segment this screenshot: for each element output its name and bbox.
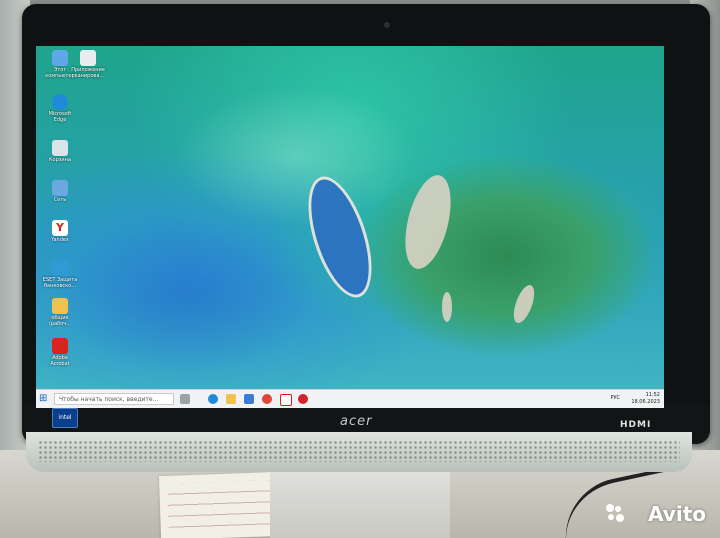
chrome-icon[interactable] bbox=[262, 394, 272, 404]
taskbar: ⊞ Чтобы начать поиск, введите... РУС 11:… bbox=[36, 389, 664, 408]
acrobat-icon bbox=[52, 338, 68, 354]
desktop-icon-eset[interactable]: ESET Защита банковско... bbox=[42, 260, 78, 289]
edge-icon bbox=[52, 94, 68, 110]
handwritten-paper bbox=[158, 471, 282, 538]
acer-logo: acer bbox=[340, 414, 373, 429]
webcam-icon bbox=[384, 22, 390, 28]
speaker-grille bbox=[26, 432, 692, 472]
opera-icon[interactable] bbox=[298, 394, 308, 404]
desktop-icon-network[interactable]: Сеть bbox=[42, 180, 78, 203]
wallpaper-island bbox=[442, 292, 452, 322]
intel-sticker-text: intel bbox=[58, 414, 72, 421]
desktop-icon-recycle-bin[interactable]: Корзина bbox=[42, 140, 78, 163]
desktop-icon-shared-folder[interactable]: общие (рабоч... bbox=[42, 298, 78, 327]
task-view-icon[interactable] bbox=[180, 394, 190, 404]
avito-watermark: Avito bbox=[648, 502, 706, 526]
file-explorer-icon[interactable] bbox=[226, 394, 236, 404]
taskbar-search-input[interactable]: Чтобы начать поиск, введите... bbox=[54, 393, 174, 405]
computer-icon bbox=[52, 50, 68, 66]
language-indicator[interactable]: РУС bbox=[610, 395, 620, 401]
wallpaper-land bbox=[356, 156, 656, 356]
eset-icon bbox=[52, 260, 68, 276]
scanner-icon bbox=[80, 50, 96, 66]
yandex-icon[interactable] bbox=[280, 394, 292, 406]
photo-scene: intel acer HDMI Этот компьютер Приложени… bbox=[0, 0, 720, 538]
desktop-icon-acrobat[interactable]: Adobe Acrobat bbox=[42, 338, 78, 367]
clock-time: 11:52 bbox=[645, 392, 660, 398]
desktop-icon-edge[interactable]: Microsoft Edge bbox=[42, 94, 78, 123]
clock-date: 18.06.2023 bbox=[631, 399, 660, 405]
avito-logo-icon bbox=[606, 504, 624, 522]
recycle-bin-icon bbox=[52, 140, 68, 156]
network-icon bbox=[52, 180, 68, 196]
folder-icon bbox=[52, 298, 68, 314]
yandex-icon: Y bbox=[52, 220, 68, 236]
desktop-icon-scanner-app[interactable]: Приложение сканирова... bbox=[70, 50, 106, 79]
hdmi-logo: HDMI bbox=[620, 420, 652, 430]
intel-sticker: intel bbox=[52, 408, 78, 428]
system-clock[interactable]: 11:52 18.06.2023 bbox=[631, 392, 660, 406]
desktop-screen: Этот компьютер Приложение сканирова... M… bbox=[36, 46, 664, 408]
store-icon[interactable] bbox=[244, 394, 254, 404]
desktop-icon-yandex[interactable]: Y Yandex bbox=[42, 220, 78, 243]
edge-icon[interactable] bbox=[208, 394, 218, 404]
windows-start-icon[interactable]: ⊞ bbox=[39, 393, 51, 405]
